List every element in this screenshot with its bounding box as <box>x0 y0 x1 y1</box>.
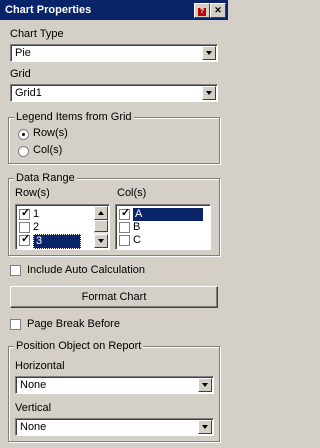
include-auto-calc-checkbox[interactable] <box>10 265 21 276</box>
list-item[interactable]: B <box>119 221 209 234</box>
chevron-down-icon[interactable] <box>198 378 212 392</box>
scroll-down-icon[interactable] <box>94 234 108 248</box>
cols-listbox[interactable]: ✓ A B C <box>115 204 211 250</box>
list-item[interactable]: ✓ 3 <box>19 233 97 249</box>
col-checkbox[interactable] <box>119 222 130 233</box>
chevron-down-icon[interactable] <box>198 420 212 434</box>
title-bar: Chart Properties ? ✕ <box>0 0 228 20</box>
col-label: B <box>133 221 141 233</box>
window-title: Chart Properties <box>5 4 92 16</box>
cols-label: Col(s) <box>117 187 147 199</box>
grid-value: Grid1 <box>15 87 42 99</box>
include-auto-calc-label[interactable]: Include Auto Calculation <box>27 264 145 276</box>
vertical-select[interactable]: None <box>15 418 214 436</box>
legend-rows-radio[interactable] <box>18 129 29 140</box>
vertical-value: None <box>20 421 47 433</box>
data-range-title: Data Range <box>14 172 77 184</box>
horizontal-value: None <box>20 379 47 391</box>
close-button[interactable]: ✕ <box>210 3 226 18</box>
chart-type-value: Pie <box>15 47 31 59</box>
page-break-checkbox[interactable] <box>10 319 21 330</box>
col-checkbox[interactable] <box>119 235 130 246</box>
col-checkbox[interactable]: ✓ <box>119 207 130 220</box>
legend-rows-label[interactable]: Row(s) <box>33 127 68 139</box>
list-item[interactable]: 2 <box>19 221 97 234</box>
row-label: 1 <box>33 208 40 220</box>
horizontal-label: Horizontal <box>15 360 65 372</box>
rows-label: Row(s) <box>15 187 50 199</box>
scroll-up-icon[interactable] <box>94 206 108 220</box>
rows-listbox[interactable]: ✓ 1 2 ✓ 3 <box>15 204 110 250</box>
rows-scrollbar[interactable] <box>94 206 108 248</box>
scroll-thumb[interactable] <box>94 220 108 232</box>
list-item[interactable]: ✓ A <box>119 207 209 221</box>
position-title: Position Object on Report <box>14 340 144 352</box>
row-checkbox[interactable]: ✓ <box>19 207 30 220</box>
vertical-label: Vertical <box>15 402 52 414</box>
grid-select[interactable]: Grid1 <box>10 84 218 102</box>
page-break-label[interactable]: Page Break Before <box>27 318 120 330</box>
data-range-group: Data Range Row(s) Col(s) ✓ 1 2 ✓ 3 ✓ A B <box>8 172 220 256</box>
legend-cols-label[interactable]: Col(s) <box>33 144 62 156</box>
col-label: A <box>133 208 203 221</box>
legend-cols-radio[interactable] <box>18 146 29 157</box>
help-button[interactable]: ? <box>194 3 210 18</box>
list-item[interactable]: C <box>119 234 209 247</box>
row-label: 2 <box>33 221 40 233</box>
list-item[interactable]: ✓ 1 <box>19 207 97 221</box>
chart-type-label: Chart Type <box>10 28 64 40</box>
row-label: 3 <box>33 234 81 249</box>
row-checkbox[interactable] <box>19 222 30 233</box>
chevron-down-icon[interactable] <box>202 86 216 100</box>
format-chart-button[interactable]: Format Chart <box>10 286 218 308</box>
horizontal-select[interactable]: None <box>15 376 214 394</box>
help-icon: ? <box>198 8 206 16</box>
legend-items-title: Legend Items from Grid <box>14 111 134 123</box>
row-checkbox[interactable]: ✓ <box>19 233 30 246</box>
close-icon: ✕ <box>214 5 222 15</box>
chart-type-select[interactable]: Pie <box>10 44 218 62</box>
position-group: Position Object on Report Horizontal Non… <box>8 340 220 442</box>
grid-label: Grid <box>10 68 31 80</box>
chevron-down-icon[interactable] <box>202 46 216 60</box>
col-label: C <box>133 234 141 246</box>
legend-items-group: Legend Items from Grid Row(s) Col(s) <box>8 111 220 164</box>
